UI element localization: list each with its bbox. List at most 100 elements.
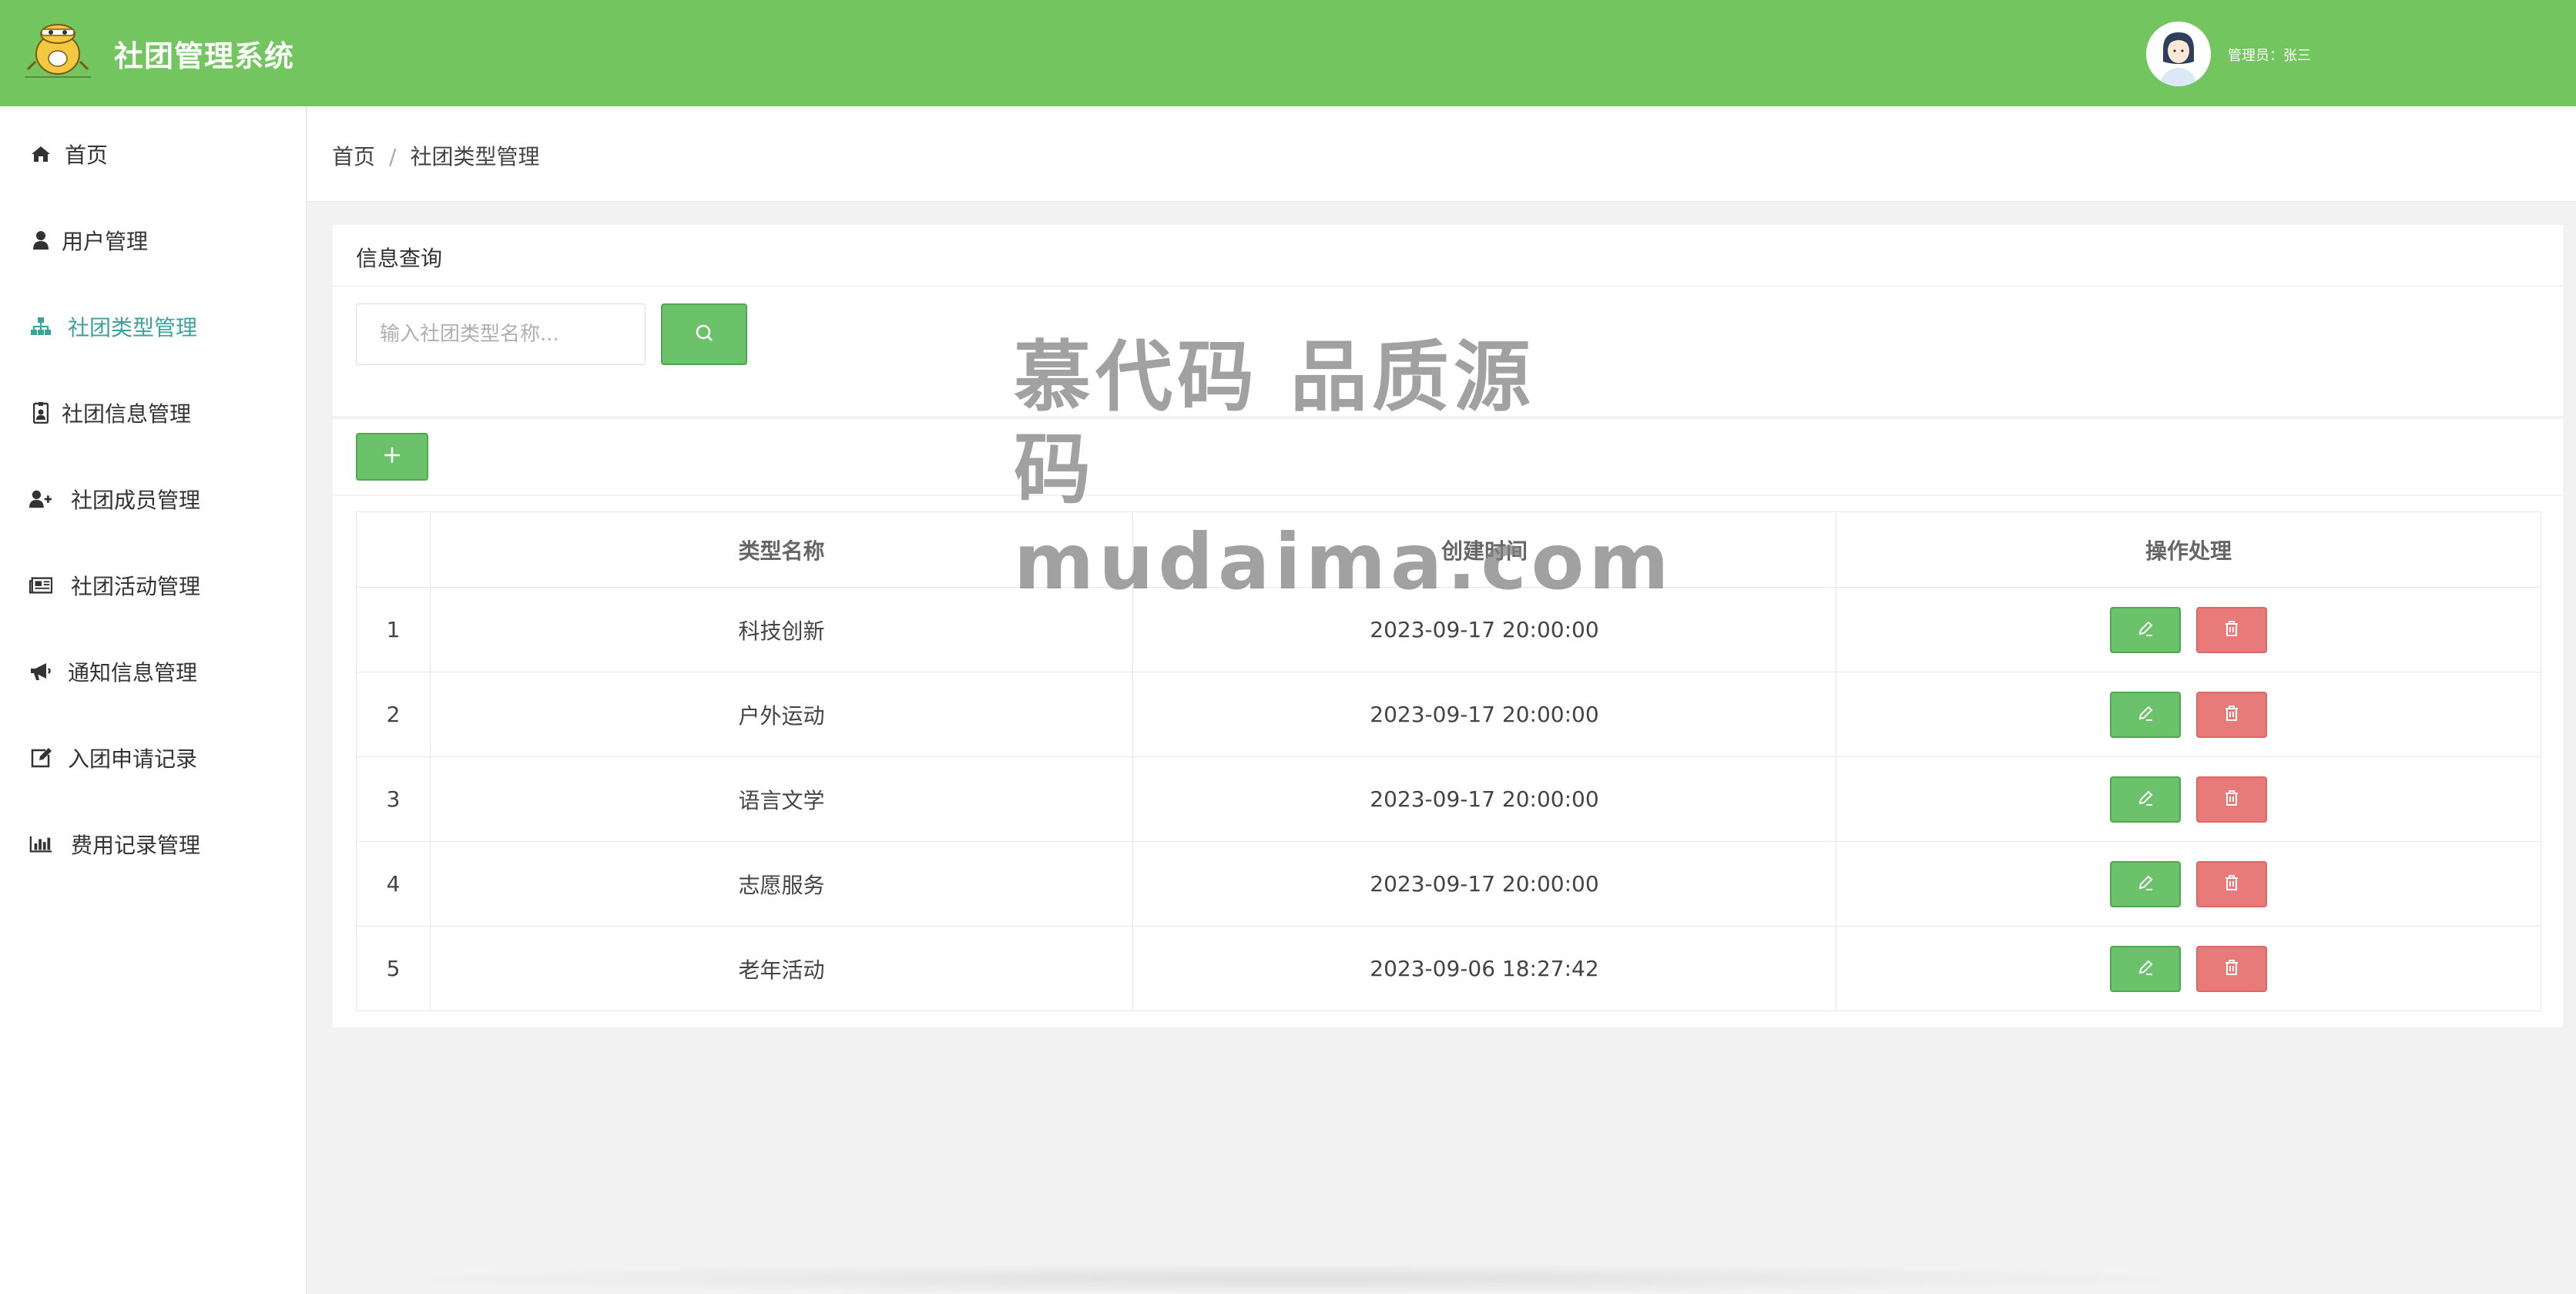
pencil-icon: [2137, 786, 2154, 812]
delete-button[interactable]: [2196, 945, 2267, 992]
row-index: 5: [356, 926, 431, 1011]
plus-icon: [382, 445, 402, 468]
sidebar-item-label: 入团申请记录: [68, 746, 198, 772]
delete-button[interactable]: [2196, 776, 2267, 823]
app-logo: [20, 15, 96, 80]
user-plus-icon: [29, 488, 52, 511]
sidebar-item-label: 通知信息管理: [68, 660, 198, 686]
table-row: 1 科技创新 2023-09-17 20:00:00: [356, 587, 2541, 672]
row-type-name: 科技创新: [430, 587, 1133, 672]
row-actions: [1836, 587, 2541, 672]
row-index: 1: [356, 587, 431, 672]
delete-button[interactable]: [2196, 860, 2267, 907]
trash-icon: [2223, 702, 2240, 727]
app-title: 社团管理系统: [114, 39, 295, 73]
sidebar-item-club-types[interactable]: 社团类型管理: [0, 299, 307, 354]
sidebar-item-users[interactable]: 用户管理: [0, 213, 307, 268]
delete-button[interactable]: [2196, 606, 2267, 653]
row-created-time: 2023-09-17 20:00:00: [1132, 587, 1836, 672]
sidebar-item-label: 社团活动管理: [71, 574, 201, 599]
trash-icon: [2223, 786, 2240, 812]
breadcrumb: 首页 / 社团类型管理: [332, 140, 539, 171]
pencil-icon: [2137, 956, 2154, 981]
edit-button[interactable]: [2110, 860, 2181, 907]
bottom-shadow: [385, 1263, 2203, 1294]
sidebar-item-label: 社团类型管理: [68, 315, 198, 340]
column-header-name: 类型名称: [430, 511, 1133, 588]
column-header-index: [356, 511, 431, 588]
admin-avatar[interactable]: [2146, 22, 2211, 86]
breadcrumb-separator: /: [389, 144, 397, 169]
top-header: 社团管理系统 管理员：张三: [0, 0, 2576, 106]
table-row: 5 老年活动 2023-09-06 18:27:42: [356, 926, 2541, 1011]
main-panel: 信息查询 类型名称 创建时间 操作处理 1 科技创新: [333, 225, 2563, 1027]
panel-header: 信息查询: [333, 225, 2563, 287]
pencil-icon: [2137, 871, 2154, 897]
column-header-actions: 操作处理: [1836, 511, 2541, 588]
bar-chart-icon: [29, 833, 52, 856]
add-button[interactable]: [356, 433, 428, 481]
edit-button[interactable]: [2110, 691, 2181, 738]
column-header-created: 创建时间: [1132, 511, 1836, 588]
row-actions: [1836, 841, 2541, 927]
pencil-icon: [2137, 702, 2154, 727]
sidebar-item-club-members[interactable]: 社团成员管理: [0, 471, 307, 527]
trash-icon: [2223, 617, 2240, 642]
row-index: 4: [356, 841, 431, 927]
section-divider: [333, 416, 2563, 419]
bullhorn-icon: [29, 660, 52, 683]
pencil-icon: [2137, 617, 2154, 642]
search-input[interactable]: [356, 303, 646, 365]
sidebar-item-fees[interactable]: 费用记录管理: [0, 816, 307, 872]
table-row: 4 志愿服务 2023-09-17 20:00:00: [356, 841, 2541, 927]
id-badge-icon: [29, 401, 52, 424]
panel-title: 信息查询: [356, 246, 443, 271]
edit-button[interactable]: [2110, 606, 2181, 653]
breadcrumb-bar: 首页 / 社团类型管理: [307, 106, 2576, 202]
sidebar-item-label: 社团成员管理: [71, 488, 201, 513]
table-header-row: 类型名称 创建时间 操作处理: [356, 511, 2541, 588]
sidebar: 首页 用户管理 社团类型管理 社团信息管理 社团成员管理 社团活动管理 通知信息…: [0, 106, 307, 1294]
sidebar-item-label: 首页: [65, 142, 109, 168]
edit-button[interactable]: [2110, 945, 2181, 992]
row-created-time: 2023-09-17 20:00:00: [1132, 841, 1836, 927]
row-created-time: 2023-09-17 20:00:00: [1132, 756, 1836, 842]
row-type-name: 志愿服务: [430, 841, 1133, 927]
sidebar-item-club-activities[interactable]: 社团活动管理: [0, 558, 307, 613]
sidebar-item-notices[interactable]: 通知信息管理: [0, 644, 307, 699]
home-icon: [29, 142, 52, 166]
row-type-name: 户外运动: [430, 672, 1133, 757]
edit-button[interactable]: [2110, 776, 2181, 823]
row-type-name: 老年活动: [430, 926, 1133, 1011]
sidebar-item-home[interactable]: 首页: [0, 126, 307, 182]
row-actions: [1836, 672, 2541, 757]
row-created-time: 2023-09-17 20:00:00: [1132, 672, 1836, 757]
newspaper-icon: [29, 574, 52, 597]
table-row: 2 户外运动 2023-09-17 20:00:00: [356, 672, 2541, 757]
row-index: 2: [356, 672, 431, 757]
edit-icon: [29, 746, 52, 769]
breadcrumb-home-link[interactable]: 首页: [332, 144, 375, 169]
breadcrumb-current: 社团类型管理: [410, 144, 540, 169]
search-icon: [694, 323, 714, 346]
user-icon: [29, 229, 52, 252]
sidebar-item-label: 用户管理: [62, 229, 149, 254]
trash-icon: [2223, 871, 2240, 897]
sidebar-item-label: 费用记录管理: [71, 833, 201, 858]
trash-icon: [2223, 956, 2240, 981]
row-actions: [1836, 756, 2541, 842]
sidebar-item-label: 社团信息管理: [62, 401, 192, 427]
row-created-time: 2023-09-06 18:27:42: [1132, 926, 1836, 1011]
table-row: 3 语言文学 2023-09-17 20:00:00: [356, 756, 2541, 842]
club-types-table: 类型名称 创建时间 操作处理 1 科技创新 2023-09-17 20:00:0…: [356, 511, 2541, 1011]
section-divider: [333, 494, 2563, 496]
row-type-name: 语言文学: [430, 756, 1133, 842]
admin-name-label: 管理员：张三: [2228, 48, 2311, 64]
sidebar-item-applications[interactable]: 入团申请记录: [0, 730, 307, 786]
row-actions: [1836, 926, 2541, 1011]
delete-button[interactable]: [2196, 691, 2267, 738]
sitemap-icon: [29, 315, 52, 338]
row-index: 3: [356, 756, 431, 842]
sidebar-item-club-info[interactable]: 社团信息管理: [0, 385, 307, 441]
search-button[interactable]: [661, 303, 747, 365]
